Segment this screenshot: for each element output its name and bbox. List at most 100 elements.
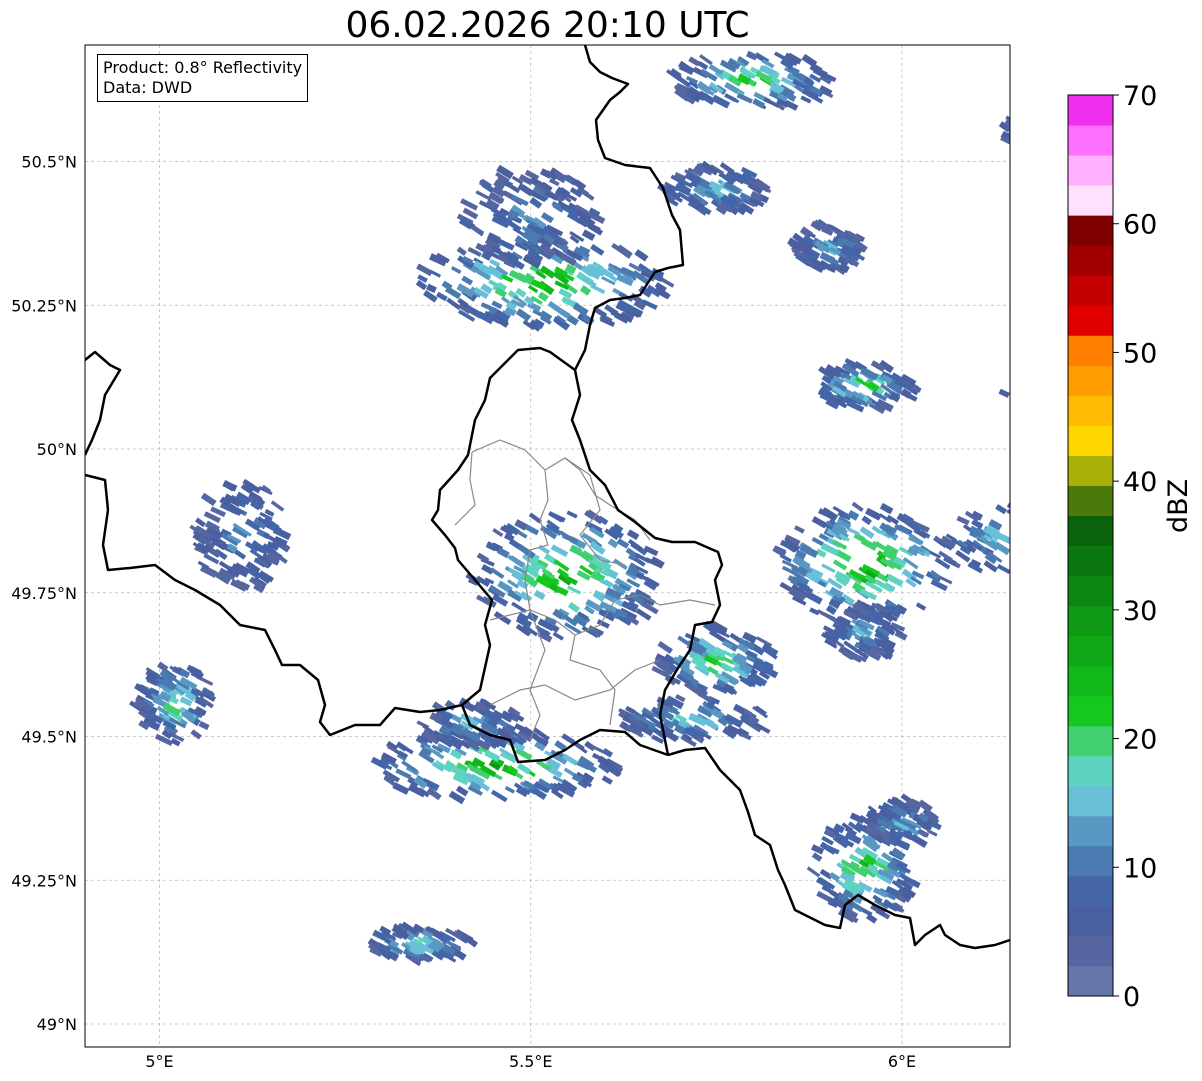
echo-pixel (1163, 393, 1176, 402)
echo-pixel (1013, 498, 1024, 507)
echo-pixel (1042, 629, 1060, 643)
echo-pixel (1020, 648, 1034, 660)
echo-pixel (1051, 131, 1067, 141)
echo-pixel (1055, 560, 1069, 570)
echo-pixel (1054, 140, 1065, 149)
echo-pixel (1067, 76, 1080, 84)
colorbar-segment (1068, 365, 1113, 396)
echo-pixel (1113, 506, 1130, 519)
colorbar-segment (1068, 845, 1113, 877)
echo-pixel (1115, 541, 1131, 554)
echo-pixel (1024, 567, 1041, 579)
colorbar-segment (1068, 785, 1113, 817)
echo-pixel (1036, 529, 1047, 539)
echo-pixel (1029, 379, 1042, 388)
colorbar-tick-label: 20 (1123, 725, 1157, 756)
echo-pixel (1023, 133, 1034, 142)
echo-pixel (1019, 643, 1030, 651)
echo-pixel (1115, 535, 1131, 547)
colorbar-segment (1068, 245, 1113, 276)
data-source-label: Data: DWD (103, 78, 193, 97)
echo-pixel (1032, 532, 1049, 545)
echo-pixel (1011, 637, 1023, 648)
echo-pixel (1009, 516, 1010, 529)
colorbar: 0 10 20 30 40 50 60 70 (1067, 81, 1157, 1013)
echo-pixel (1038, 638, 1052, 647)
echo-pixel (1094, 69, 1112, 82)
echo-pixel (1029, 402, 1041, 411)
echo-pixel (1114, 562, 1125, 572)
colorbar-segment (1068, 515, 1113, 546)
lat-tick-label: 49°N (37, 1015, 77, 1034)
echo-pixel (1053, 633, 1068, 645)
echo-pixel (1095, 64, 1109, 76)
echo-pixel (1048, 403, 1062, 414)
echo-pixel (1139, 404, 1152, 414)
echo-pixel (1054, 135, 1065, 144)
echo-pixel (1067, 62, 1082, 74)
echo-pixel (1012, 400, 1028, 411)
echo-pixel (1095, 64, 1106, 74)
echo-pixel (1050, 645, 1065, 656)
echo-pixel (1030, 632, 1044, 643)
echo-pixel (1143, 533, 1161, 547)
product-label: Product: 0.8° Reflectivity (103, 58, 303, 77)
echo-pixel (1141, 541, 1155, 552)
echo-pixel (1152, 398, 1166, 410)
lat-tick-label: 50.25°N (11, 296, 77, 315)
echo-pixel (1055, 121, 1065, 128)
echo-pixel (1049, 572, 1062, 582)
lat-tick-label: 49.75°N (11, 584, 77, 603)
echo-pixel (1014, 568, 1029, 578)
echo-pixel (1093, 69, 1106, 80)
echo-pixel (1026, 401, 1042, 411)
echo-pixel (1029, 639, 1044, 650)
echo-pixel (1043, 644, 1059, 657)
echo-pixel (1049, 403, 1060, 412)
echo-pixel (1025, 403, 1042, 416)
echo-pixel (1155, 383, 1168, 395)
echo-pixel (1021, 385, 1034, 396)
echo-pixel (1133, 388, 1151, 402)
echo-pixel (1052, 638, 1065, 647)
echo-pixel (1130, 558, 1143, 569)
echo-pixel (1117, 402, 1134, 415)
lon-tick-label: 5°E (145, 1052, 173, 1071)
colorbar-segment (1068, 725, 1113, 757)
echo-pixel (1029, 648, 1043, 660)
echo-pixel (1027, 638, 1036, 645)
echo-pixel (1039, 401, 1049, 409)
echo-pixel (1037, 145, 1048, 155)
echo-pixel (1023, 516, 1037, 528)
echo-pixel (1028, 123, 1040, 133)
echo-pixel (1041, 406, 1055, 417)
echo-pixel (1054, 69, 1069, 81)
echo-pixel (1030, 640, 1047, 654)
echo-pixel (1016, 125, 1030, 137)
echo-pixel (1052, 401, 1066, 410)
echo-pixel (1049, 55, 1063, 66)
colorbar-segment (1068, 125, 1113, 156)
echo-pixel (1028, 381, 1044, 394)
echo-pixel (1059, 69, 1072, 79)
echo-pixel (1071, 58, 1082, 66)
echo-pixel (1008, 137, 1010, 148)
echo-pixel (1053, 64, 1063, 72)
echo-pixel (1036, 520, 1046, 527)
echo-pixel (1026, 122, 1038, 132)
colorbar-segment (1068, 605, 1113, 637)
echo-pixel (1052, 648, 1066, 659)
echo-pixel (1065, 60, 1082, 71)
echo-pixel (1043, 131, 1060, 144)
echo-pixel (1155, 399, 1171, 409)
colorbar-segment (1068, 155, 1113, 186)
colorbar-segment (1068, 455, 1113, 486)
echo-pixel (1028, 639, 1039, 647)
echo-pixel (1108, 68, 1121, 78)
echo-pixel (1053, 524, 1066, 535)
echo-pixel (1097, 75, 1110, 84)
echo-pixel (1053, 624, 1064, 632)
echo-pixel (1042, 496, 1056, 507)
echo-pixel (1040, 125, 1055, 136)
echo-pixel (1036, 549, 1048, 558)
